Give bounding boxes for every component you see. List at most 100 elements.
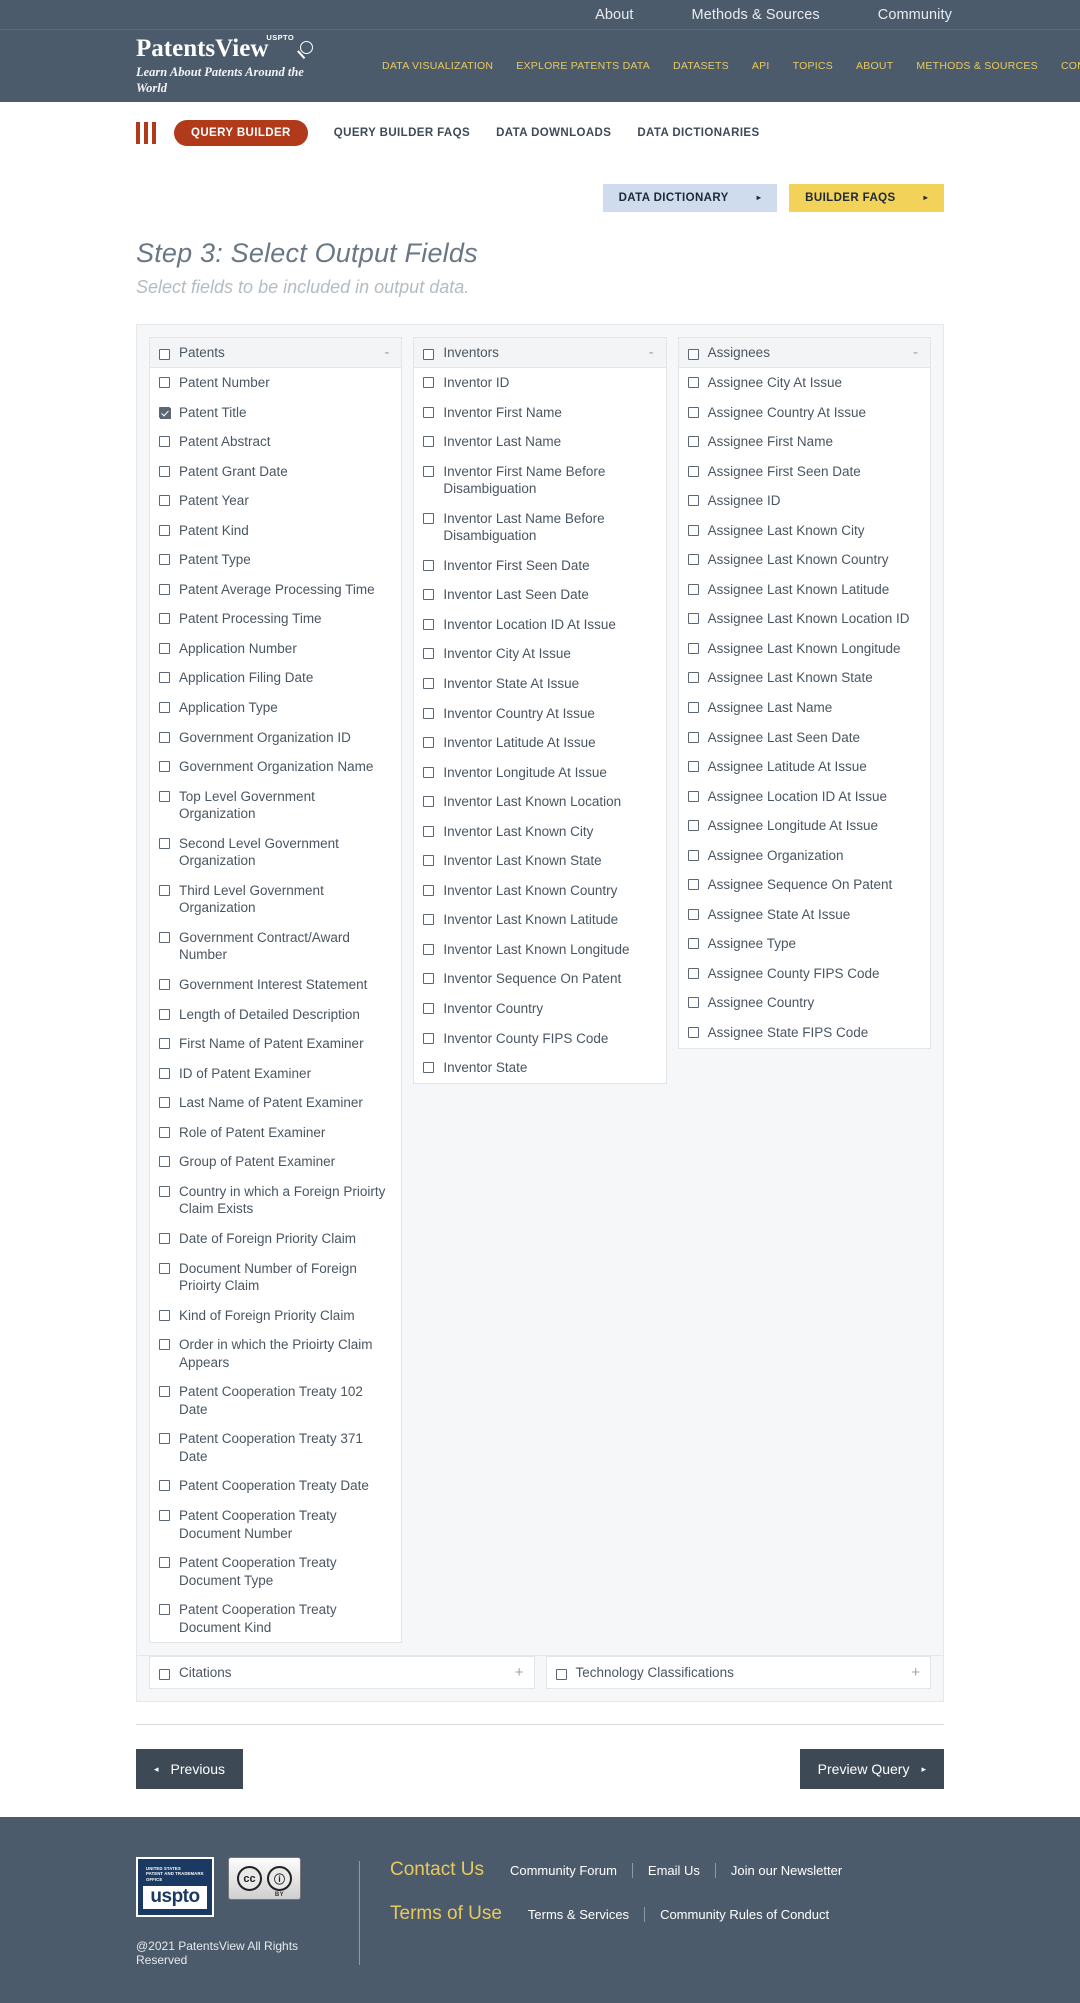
- field-row[interactable]: Assignee Country: [679, 988, 930, 1018]
- field-checkbox[interactable]: [423, 678, 435, 690]
- field-row[interactable]: Third Level Government Organization: [150, 876, 401, 923]
- field-row[interactable]: Application Type: [150, 693, 401, 723]
- footer-contact-us-link[interactable]: Contact Us: [390, 1859, 484, 1881]
- field-row[interactable]: Assignee Organization: [679, 841, 930, 871]
- collapse-toggle-icon[interactable]: -: [384, 345, 391, 360]
- field-row[interactable]: Assignee County FIPS Code: [679, 959, 930, 989]
- field-row[interactable]: Inventor Last Name Before Disambiguation: [414, 504, 665, 551]
- footer-newsletter-link[interactable]: Join our Newsletter: [714, 1863, 857, 1879]
- field-row[interactable]: Application Filing Date: [150, 663, 401, 693]
- field-checkbox[interactable]: [159, 1604, 170, 1616]
- field-checkbox[interactable]: [687, 820, 699, 832]
- collapsed-group-citations[interactable]: Citations +: [149, 1656, 535, 1690]
- field-checkbox[interactable]: [159, 524, 170, 536]
- field-checkbox[interactable]: [159, 406, 171, 419]
- field-checkbox[interactable]: [687, 465, 699, 477]
- field-row[interactable]: Assignee City At Issue: [679, 368, 930, 398]
- main-nav-item-methods-sources[interactable]: METHODS & SOURCES: [916, 60, 1038, 72]
- field-row[interactable]: Patent Cooperation Treaty Document Type: [150, 1548, 401, 1595]
- field-checkbox[interactable]: [687, 967, 699, 979]
- field-checkbox[interactable]: [687, 879, 699, 891]
- field-checkbox[interactable]: [159, 377, 170, 388]
- field-row[interactable]: Patent Number: [150, 368, 401, 398]
- field-row[interactable]: Patent Kind: [150, 516, 401, 546]
- field-checkbox[interactable]: [687, 908, 699, 920]
- field-checkbox[interactable]: [423, 512, 435, 524]
- field-checkbox[interactable]: [687, 406, 699, 418]
- field-checkbox[interactable]: [687, 849, 699, 861]
- expand-toggle-icon[interactable]: +: [515, 1665, 524, 1679]
- field-row[interactable]: Government Organization ID: [150, 723, 401, 753]
- field-checkbox[interactable]: [159, 761, 170, 773]
- field-checkbox[interactable]: [687, 642, 699, 654]
- field-checkbox[interactable]: [687, 495, 699, 507]
- field-row[interactable]: Inventor First Name Before Disambiguatio…: [414, 457, 665, 504]
- field-row[interactable]: Assignee State FIPS Code: [679, 1018, 930, 1048]
- field-checkbox[interactable]: [159, 1339, 170, 1351]
- field-row[interactable]: Inventor State At Issue: [414, 669, 665, 699]
- field-checkbox[interactable]: [423, 884, 435, 896]
- field-checkbox[interactable]: [159, 583, 170, 595]
- field-row[interactable]: Inventor Longitude At Issue: [414, 758, 665, 788]
- field-checkbox[interactable]: [423, 914, 435, 926]
- field-row[interactable]: Assignee Country At Issue: [679, 398, 930, 428]
- field-checkbox[interactable]: [687, 583, 699, 595]
- main-nav-item-community[interactable]: COMMUNITY: [1061, 60, 1080, 72]
- field-checkbox[interactable]: [687, 554, 699, 566]
- field-checkbox[interactable]: [423, 766, 435, 778]
- field-row[interactable]: Inventor Last Known Location: [414, 787, 665, 817]
- footer-email-us-link[interactable]: Email Us: [631, 1863, 715, 1879]
- field-row[interactable]: Length of Detailed Description: [150, 1000, 401, 1030]
- field-row[interactable]: Patent Grant Date: [150, 457, 401, 487]
- field-row[interactable]: Government Contract/Award Number: [150, 923, 401, 970]
- field-row[interactable]: Patent Cooperation Treaty Document Kind: [150, 1595, 401, 1642]
- field-row[interactable]: Patent Average Processing Time: [150, 575, 401, 605]
- field-checkbox[interactable]: [159, 731, 170, 743]
- field-checkbox[interactable]: [423, 1003, 435, 1015]
- hamburger-menu-icon[interactable]: [136, 122, 156, 144]
- field-row[interactable]: Assignee First Seen Date: [679, 457, 930, 487]
- field-checkbox[interactable]: [687, 377, 699, 388]
- utility-nav-item-methods-sources[interactable]: Methods & Sources: [692, 7, 820, 23]
- field-row[interactable]: Inventor State: [414, 1053, 665, 1083]
- field-checkbox[interactable]: [423, 436, 435, 448]
- field-row[interactable]: Patent Cooperation Treaty 371 Date: [150, 1424, 401, 1471]
- field-checkbox[interactable]: [687, 524, 699, 536]
- field-row[interactable]: Second Level Government Organization: [150, 829, 401, 876]
- collapse-toggle-icon[interactable]: -: [649, 345, 656, 360]
- main-nav-item-about[interactable]: ABOUT: [856, 60, 893, 72]
- field-row[interactable]: Assignee Last Seen Date: [679, 723, 930, 753]
- field-checkbox[interactable]: [423, 973, 435, 985]
- field-row[interactable]: Inventor Latitude At Issue: [414, 728, 665, 758]
- data-dictionary-button[interactable]: DATA DICTIONARY ▸: [602, 184, 778, 212]
- field-checkbox[interactable]: [423, 618, 435, 630]
- field-checkbox[interactable]: [159, 1557, 170, 1569]
- field-row[interactable]: Order in which the Prioirty Claim Appear…: [150, 1330, 401, 1377]
- field-row[interactable]: Assignee Latitude At Issue: [679, 752, 930, 782]
- field-checkbox[interactable]: [159, 495, 170, 507]
- field-row[interactable]: Kind of Foreign Priority Claim: [150, 1301, 401, 1331]
- field-checkbox[interactable]: [423, 589, 435, 601]
- field-row[interactable]: Assignee First Name: [679, 427, 930, 457]
- field-checkbox[interactable]: [687, 790, 699, 802]
- field-checkbox[interactable]: [423, 855, 435, 867]
- field-row[interactable]: Country in which a Foreign Prioirty Clai…: [150, 1177, 401, 1224]
- field-row[interactable]: ID of Patent Examiner: [150, 1059, 401, 1089]
- field-row[interactable]: Inventor City At Issue: [414, 639, 665, 669]
- field-checkbox[interactable]: [687, 997, 699, 1009]
- group-checkbox[interactable]: [555, 1668, 567, 1680]
- field-row[interactable]: Assignee State At Issue: [679, 900, 930, 930]
- field-checkbox[interactable]: [423, 943, 435, 955]
- field-checkbox[interactable]: [159, 884, 170, 896]
- field-checkbox[interactable]: [159, 1509, 170, 1521]
- brand-block[interactable]: PatentsViewUSPTO Learn About Patents Aro…: [136, 34, 354, 97]
- main-nav-item-topics[interactable]: TOPICS: [793, 60, 833, 72]
- field-checkbox[interactable]: [159, 1097, 170, 1109]
- field-row[interactable]: Inventor First Seen Date: [414, 551, 665, 581]
- field-checkbox[interactable]: [159, 1008, 170, 1020]
- field-row[interactable]: Inventor Country: [414, 994, 665, 1024]
- group-checkbox[interactable]: [687, 348, 699, 360]
- field-row[interactable]: Patent Cooperation Treaty 102 Date: [150, 1377, 401, 1424]
- field-checkbox[interactable]: [159, 931, 170, 943]
- field-checkbox[interactable]: [159, 1433, 170, 1445]
